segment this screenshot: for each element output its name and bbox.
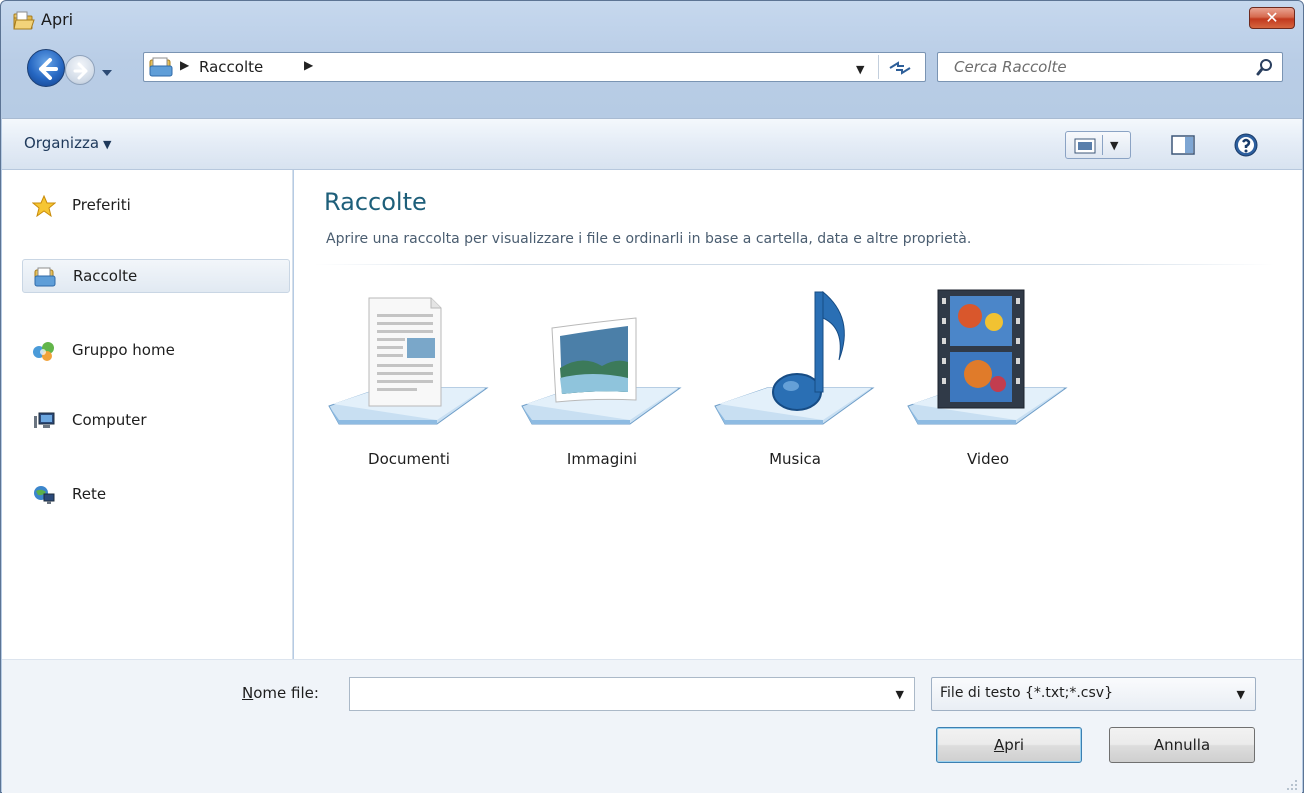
chevron-down-icon: ▼ — [1236, 688, 1245, 701]
refresh-icon — [889, 61, 911, 75]
organize-label: Organizza — [24, 134, 100, 152]
breadcrumb-raccolte[interactable]: Raccolte — [199, 58, 263, 76]
nav-item-preferiti[interactable]: Preferiti — [22, 189, 290, 223]
libraries-icon — [33, 266, 57, 288]
recent-pages-dropdown[interactable] — [100, 64, 114, 76]
computer-icon — [32, 410, 56, 432]
address-dropdown[interactable]: ▼ — [856, 63, 864, 76]
view-divider — [1102, 135, 1103, 155]
address-divider — [878, 55, 879, 79]
search-input[interactable] — [938, 53, 1238, 81]
address-bar[interactable]: ▶ Raccolte ▶ ▼ — [143, 52, 926, 82]
organize-menu[interactable]: Organizza ▼ — [24, 134, 112, 152]
library-video[interactable]: Video — [898, 288, 1078, 470]
close-button[interactable]: ✕ — [1249, 7, 1295, 29]
arrow-left-icon — [39, 58, 58, 80]
file-selection-panel: Nome file: ▼ File di testo {*.txt;*.csv}… — [2, 659, 1302, 793]
command-toolbar: Organizza ▼ ▼ — [2, 118, 1302, 170]
title-bar[interactable]: Apri ✕ — [1, 1, 1303, 41]
preview-pane-icon — [1171, 135, 1195, 155]
library-label: Video — [966, 450, 1010, 468]
view-icon — [1074, 138, 1096, 154]
library-immagini[interactable]: Immagini — [512, 288, 692, 470]
library-label: Immagini — [566, 450, 638, 468]
chevron-down-icon: ▼ — [103, 138, 112, 151]
help-icon — [1234, 133, 1258, 157]
nav-item-label: Preferiti — [72, 196, 131, 214]
nav-item-label: Rete — [72, 485, 107, 503]
change-view-button[interactable]: ▼ — [1065, 131, 1131, 159]
nav-item-rete[interactable]: Rete — [22, 478, 290, 512]
search-box[interactable] — [937, 52, 1283, 82]
open-dialog: Apri ✕ ▶ Raccolte ▶ ▼ Cerca Raccolte Org… — [0, 0, 1304, 793]
star-icon — [31, 194, 57, 218]
homegroup-icon — [32, 340, 56, 362]
nav-item-raccolte[interactable]: Raccolte — [22, 259, 290, 293]
divider — [314, 264, 1274, 265]
filetype-value: File di testo {*.txt;*.csv} — [940, 685, 1113, 701]
chevron-down-icon — [102, 70, 112, 76]
library-label: Musica — [769, 450, 821, 468]
preview-pane-button[interactable] — [1170, 134, 1196, 156]
filename-combobox[interactable]: ▼ — [349, 677, 915, 711]
filename-label: Nome file: — [242, 684, 319, 702]
resize-grip-icon[interactable] — [1286, 777, 1298, 790]
filename-dropdown-button[interactable]: ▼ — [896, 688, 904, 701]
nav-item-gruppo-home[interactable]: Gruppo home — [22, 334, 290, 368]
library-label: Documenti — [368, 450, 450, 468]
library-musica[interactable]: Musica — [705, 288, 885, 470]
content-pane: Raccolte Aprire una raccolta per visuali… — [294, 170, 1302, 659]
cancel-button[interactable]: Annulla — [1109, 727, 1255, 763]
breadcrumb-separator[interactable]: ▶ — [180, 58, 189, 72]
music-library-icon — [714, 290, 875, 425]
page-title: Raccolte — [324, 188, 427, 216]
nav-item-computer[interactable]: Computer — [22, 404, 290, 438]
filename-input[interactable] — [350, 678, 880, 710]
library-documenti[interactable]: Documenti — [319, 288, 499, 470]
arrow-right-icon — [73, 62, 88, 80]
back-button[interactable] — [27, 49, 65, 87]
forward-button[interactable] — [65, 55, 95, 85]
window-title: Apri — [41, 10, 74, 29]
page-subtitle: Aprire una raccolta per visualizzare i f… — [326, 231, 972, 247]
nav-item-label: Gruppo home — [72, 341, 175, 359]
nav-item-label: Raccolte — [73, 267, 138, 285]
videos-library-icon — [907, 289, 1068, 425]
open-button[interactable]: Apri — [936, 727, 1082, 763]
network-icon — [32, 484, 56, 506]
filetype-select[interactable]: File di testo {*.txt;*.csv} ▼ — [931, 677, 1256, 711]
open-button-text: pri — [1004, 735, 1025, 754]
search-icon[interactable] — [1256, 58, 1274, 76]
navigation-pane: Preferiti Raccolte Gruppo home Computer … — [2, 170, 293, 659]
filename-label-text: ome file: — [253, 684, 319, 702]
help-button[interactable] — [1233, 132, 1259, 158]
refresh-button[interactable] — [886, 57, 914, 79]
nav-item-label: Computer — [72, 411, 147, 429]
documents-library-icon — [328, 297, 489, 425]
view-options-dropdown[interactable]: ▼ — [1110, 139, 1118, 152]
pictures-library-icon — [521, 317, 682, 425]
breadcrumb-separator[interactable]: ▶ — [304, 58, 313, 72]
filename-label-accel: N — [242, 684, 254, 702]
open-button-accel: A — [993, 735, 1005, 754]
folder-open-icon — [13, 11, 35, 31]
libraries-icon — [148, 56, 174, 78]
